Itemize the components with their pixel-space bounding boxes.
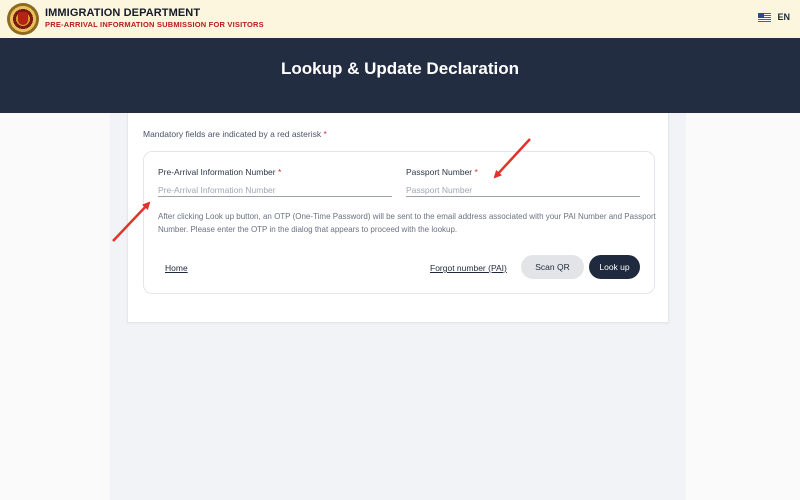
home-link[interactable]: Home	[165, 263, 188, 273]
pai-number-input[interactable]	[158, 183, 392, 197]
look-up-button[interactable]: Look up	[589, 255, 640, 279]
lookup-card: Mandatory fields are indicated by a red …	[127, 113, 669, 323]
mandatory-note: Mandatory fields are indicated by a red …	[143, 129, 327, 139]
us-flag-icon	[758, 12, 772, 22]
page-title: Lookup & Update Declaration	[280, 59, 520, 78]
required-star: *	[323, 129, 327, 139]
language-label: EN	[777, 12, 790, 22]
page-banner: Lookup & Update Declaration	[0, 38, 800, 113]
required-star: *	[474, 167, 478, 177]
required-star: *	[278, 167, 282, 177]
org-name: IMMIGRATION DEPARTMENT	[45, 7, 201, 19]
left-margin	[0, 113, 110, 500]
lookup-form: Pre-Arrival Information Number * Passpor…	[143, 151, 656, 294]
passport-label: Passport Number *	[406, 167, 478, 177]
org-subtitle: PRE-ARRIVAL INFORMATION SUBMISSION FOR V…	[45, 20, 264, 29]
otp-help-text: After clicking Look up button, an OTP (O…	[158, 212, 656, 234]
top-header: IMMIGRATION DEPARTMENT PRE-ARRIVAL INFOR…	[0, 0, 800, 38]
pai-label: Pre-Arrival Information Number *	[158, 167, 282, 177]
forgot-number-link[interactable]: Forgot number (PAI)	[430, 263, 507, 273]
language-selector[interactable]: EN	[758, 12, 790, 22]
right-margin	[686, 113, 800, 500]
department-seal-icon	[7, 3, 39, 35]
passport-number-input[interactable]	[406, 183, 640, 197]
scan-qr-button[interactable]: Scan QR	[521, 255, 584, 279]
